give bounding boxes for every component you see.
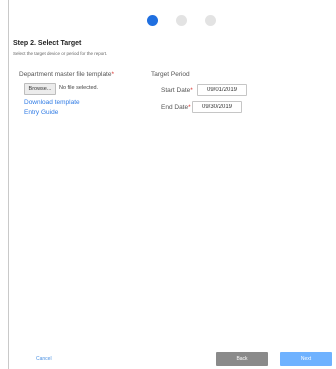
start-date-input[interactable] <box>197 84 247 96</box>
start-date-label: Start Date* <box>161 87 193 94</box>
step-indicator <box>147 15 216 26</box>
step-dot-3 <box>205 15 216 26</box>
browse-button[interactable]: Browse... <box>24 83 56 95</box>
end-date-label: End Date* <box>161 104 191 111</box>
required-mark: * <box>190 87 193 94</box>
step-dot-1-active <box>147 15 158 26</box>
step-title: Step 2. Select Target <box>13 40 82 47</box>
entry-guide-link[interactable]: Entry Guide <box>24 109 58 116</box>
file-status: No file selected. <box>59 85 99 91</box>
step-subtitle: Select the target device or period for t… <box>13 51 108 56</box>
end-date-label-text: End Date <box>161 104 189 111</box>
next-button[interactable]: Next <box>280 352 332 366</box>
start-date-label-text: Start Date <box>161 87 191 94</box>
download-template-link[interactable]: Download template <box>24 99 80 106</box>
required-mark: * <box>111 71 115 78</box>
back-button[interactable]: Back <box>216 352 268 366</box>
left-divider <box>8 0 9 369</box>
step-dot-2 <box>176 15 187 26</box>
cancel-link[interactable]: Cancel <box>36 356 52 362</box>
template-label: Department master file template* <box>19 71 114 78</box>
template-label-text: Department master file template <box>19 71 112 78</box>
target-period-label: Target Period <box>151 71 190 78</box>
end-date-input[interactable] <box>192 101 242 113</box>
required-mark: * <box>188 104 191 111</box>
